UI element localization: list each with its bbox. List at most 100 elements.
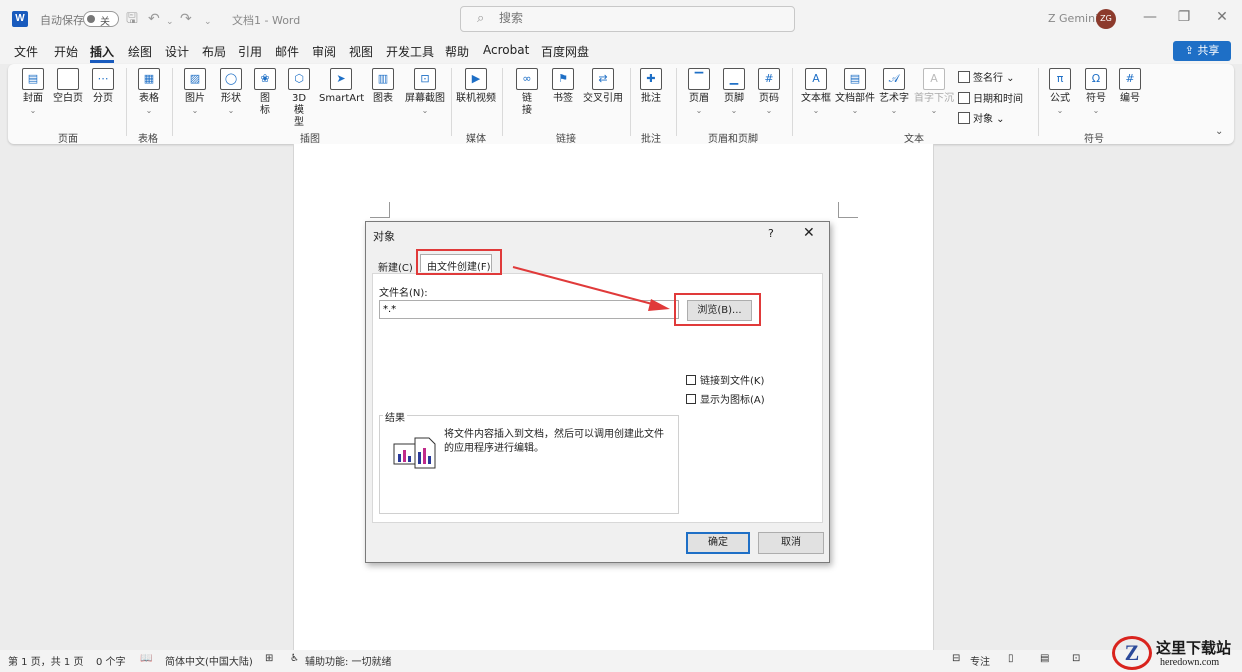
- tab-view[interactable]: 视图: [349, 43, 373, 60]
- redo-icon[interactable]: ↷: [180, 10, 192, 28]
- search-input[interactable]: [499, 11, 779, 25]
- close-icon[interactable]: ✕: [803, 225, 815, 241]
- tab-review[interactable]: 审阅: [312, 43, 336, 60]
- footer-button[interactable]: ▁ 页脚 ⌄: [721, 68, 747, 117]
- macro-icon[interactable]: ⊞: [265, 653, 273, 664]
- tab-references[interactable]: 引用: [238, 43, 262, 60]
- smartart-button[interactable]: ➤ SmartArt: [319, 68, 364, 105]
- search-box[interactable]: ⌕: [460, 6, 795, 32]
- restore-icon[interactable]: ❐: [1174, 9, 1194, 25]
- tab-baidu-netdisk[interactable]: 百度网盘: [541, 43, 589, 60]
- drop-cap-button[interactable]: A 首字下沉 ⌄: [913, 68, 955, 117]
- tab-insert[interactable]: 插入: [90, 43, 114, 60]
- chart-button[interactable]: ▥ 图表: [370, 68, 396, 105]
- date-time-button[interactable]: 日期和时间: [958, 90, 1023, 105]
- link-button[interactable]: ∞ 链 接: [514, 68, 540, 117]
- word-count[interactable]: 0 个字: [96, 653, 126, 668]
- autosave-toggle[interactable]: 关: [83, 11, 119, 28]
- page-number-button[interactable]: # 页码 ⌄: [756, 68, 782, 117]
- screenshot-button[interactable]: ⊡ 屏幕截图 ⌄: [401, 68, 449, 117]
- tab-home[interactable]: 开始: [54, 43, 78, 60]
- blank-page-button[interactable]: 空白页: [50, 68, 86, 105]
- comment-button[interactable]: ✚ 批注: [638, 68, 664, 105]
- page-info[interactable]: 第 1 页，共 1 页: [8, 653, 83, 668]
- table-button[interactable]: ▦ 表格 ⌄: [136, 68, 162, 117]
- display-as-icon-checkbox[interactable]: 显示为图标(A): [686, 391, 765, 406]
- numbering-button[interactable]: # 编号: [1116, 68, 1144, 105]
- link-to-file-checkbox[interactable]: 链接到文件(K): [686, 372, 764, 387]
- cover-page-button[interactable]: ▤ 封面 ⌄: [20, 68, 46, 117]
- equation-button[interactable]: π 公式 ⌄: [1046, 68, 1074, 117]
- tab-help[interactable]: 帮助: [445, 43, 469, 60]
- ok-button[interactable]: 确定: [686, 532, 750, 554]
- tab-acrobat[interactable]: Acrobat: [483, 43, 529, 57]
- proofing-icon[interactable]: 📖: [140, 653, 152, 664]
- icons-button[interactable]: ❀ 图 标: [254, 68, 276, 117]
- bar-chart-icon: ▥: [372, 68, 394, 90]
- tab-design[interactable]: 设计: [165, 43, 189, 60]
- cancel-button[interactable]: 取消: [758, 532, 824, 554]
- save-icon[interactable]: 🖫: [126, 10, 138, 28]
- user-name[interactable]: Z Gemini: [1048, 12, 1098, 25]
- shapes-button[interactable]: ◯ 形状 ⌄: [218, 68, 244, 117]
- signature-label: 签名行: [973, 73, 1003, 84]
- header-button[interactable]: ▔ 页眉 ⌄: [686, 68, 712, 117]
- link-label: 链 接: [522, 93, 532, 116]
- web-layout-icon[interactable]: ⊡: [1072, 653, 1080, 664]
- 3d-model-button[interactable]: ⬡ 3D 模 型: [286, 68, 312, 129]
- online-video-label: 联机视频: [456, 93, 496, 104]
- tab-mailings[interactable]: 邮件: [275, 43, 299, 60]
- group-separator: [126, 68, 127, 136]
- group-separator: [451, 68, 452, 136]
- filename-label: 文件名(N):: [379, 288, 428, 299]
- online-video-button[interactable]: ▶ 联机视频: [456, 68, 496, 105]
- help-icon[interactable]: ?: [768, 227, 774, 240]
- focus-icon[interactable]: ⊟: [952, 653, 960, 664]
- close-window-icon[interactable]: ✕: [1212, 9, 1232, 25]
- wordart-icon: 𝒜: [883, 68, 905, 90]
- customize-qat-icon[interactable]: ⌄: [204, 13, 212, 31]
- picture-button[interactable]: ▨ 图片 ⌄: [182, 68, 208, 117]
- drop-cap-label: 首字下沉: [914, 93, 954, 104]
- avatar[interactable]: ZG: [1096, 9, 1116, 29]
- textbox-button[interactable]: A 文本框 ⌄: [799, 68, 833, 117]
- symbol-button[interactable]: Ω 符号 ⌄: [1082, 68, 1110, 117]
- quick-parts-button[interactable]: ▤ 文档部件 ⌄: [835, 68, 875, 117]
- cross-ref-label: 交叉引用: [583, 93, 623, 104]
- page-break-button[interactable]: ⋯ 分页: [90, 68, 116, 105]
- site-watermark: Z 这里下载站 heredown.com: [1110, 634, 1242, 672]
- tab-create-new[interactable]: 新建(C): [378, 259, 413, 274]
- object-button[interactable]: 对象 ⌄: [958, 110, 1005, 125]
- collapse-ribbon-icon[interactable]: ⌄: [1215, 126, 1223, 137]
- dialog-title: 对象: [373, 230, 395, 243]
- cross-reference-button[interactable]: ⇄ 交叉引用: [582, 68, 624, 105]
- signature-line-button[interactable]: 签名行 ⌄: [958, 69, 1015, 84]
- bookmark-button[interactable]: ⚑ 书签: [550, 68, 576, 105]
- group-label-media: 媒体: [466, 134, 486, 145]
- minimize-icon[interactable]: —: [1140, 9, 1160, 25]
- filename-input[interactable]: [379, 300, 679, 319]
- undo-icon[interactable]: ↶: [148, 10, 160, 28]
- chevron-down-icon: ⌄: [730, 106, 738, 115]
- undo-dropdown-icon[interactable]: ⌄: [166, 13, 174, 31]
- tab-file[interactable]: 文件: [14, 43, 38, 60]
- print-layout-icon[interactable]: ▤: [1040, 653, 1049, 664]
- shapes-icon: ◯: [220, 68, 242, 90]
- search-icon: ⌕: [477, 11, 485, 26]
- focus-label[interactable]: 专注: [970, 653, 990, 668]
- shapes-label: 形状: [221, 93, 241, 104]
- wordart-button[interactable]: 𝒜 艺术字 ⌄: [878, 68, 910, 117]
- tab-developer[interactable]: 开发工具: [386, 43, 434, 60]
- read-mode-icon[interactable]: ▯: [1008, 653, 1014, 664]
- accessibility-status[interactable]: 辅助功能: 一切就绪: [305, 653, 392, 668]
- group-label-pages: 页面: [58, 134, 78, 145]
- result-description: 将文件内容插入到文档，然后可以调用创建此文件的应用程序进行编辑。: [444, 429, 664, 454]
- calendar-icon: [958, 92, 970, 104]
- language[interactable]: 简体中文(中国大陆): [165, 653, 253, 668]
- tab-draw[interactable]: 绘图: [128, 43, 152, 60]
- accessibility-icon[interactable]: ♿: [290, 653, 299, 664]
- watermark-site-url: heredown.com: [1160, 657, 1220, 668]
- tab-layout[interactable]: 布局: [202, 43, 226, 60]
- cover-label: 封面: [23, 93, 43, 104]
- share-button[interactable]: ⇪ 共享: [1173, 41, 1231, 61]
